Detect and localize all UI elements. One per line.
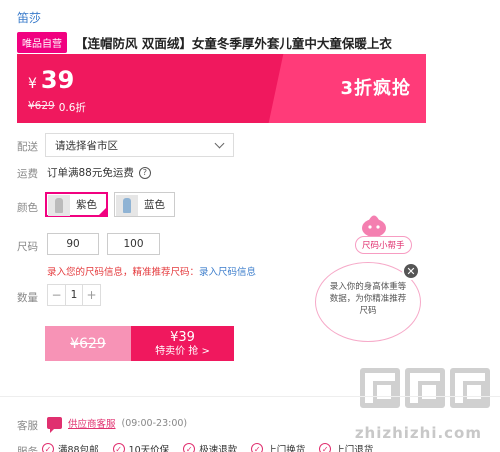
watermark-text: zhizhizhi.com <box>354 424 482 442</box>
customer-service: 供应商客服 (09:00-23:00) <box>47 416 188 433</box>
guarantee-item: ✓ 上门退货 <box>319 442 373 452</box>
supplier-service-link[interactable]: 供应商客服 <box>68 416 116 430</box>
check-circle-icon: ✓ <box>42 443 54 452</box>
currency-symbol: ¥ <box>28 76 37 92</box>
watermark-glyph <box>450 368 490 408</box>
size-helper-title: 尺码小帮手 <box>355 236 412 254</box>
color-label: 颜色 <box>17 202 38 214</box>
promo-label: 3折疯抢 <box>340 78 411 99</box>
color-option-blue[interactable]: 蓝色 <box>114 192 175 217</box>
price-sub: ¥629 0.6折 <box>28 100 86 115</box>
color-option-purple[interactable]: 紫色 ✓ <box>45 192 108 217</box>
guarantee-label: 服务 <box>17 446 38 452</box>
product-title-row: 唯品自营 【连帽防风 双面绒】女童冬季厚外套儿童中大童保暖上衣 <box>17 32 392 53</box>
guarantee-item: ✓ 极速退款 <box>183 442 237 452</box>
shipping-info: 订单满88元免运费 ? <box>47 165 151 180</box>
delivery-label: 配送 <box>17 141 38 153</box>
guarantee-text: 上门换货 <box>267 445 306 452</box>
mascot-icon <box>362 215 386 237</box>
size-entry-link[interactable]: 录入尺码信息 <box>199 267 256 278</box>
watermark-glyph <box>405 368 445 408</box>
chevron-down-icon <box>214 138 225 149</box>
size-label: 尺码 <box>17 241 38 253</box>
shipping-text: 订单满88元免运费 <box>47 167 134 179</box>
chat-icon <box>47 417 62 433</box>
color-option-label: 蓝色 <box>144 199 165 211</box>
region-select-text: 请选择省市区 <box>55 139 118 152</box>
discount-rate: 0.6折 <box>58 102 86 114</box>
watermark-logo <box>360 368 490 408</box>
check-circle-icon: ✓ <box>319 443 332 452</box>
price-value: 39 <box>40 66 75 94</box>
guarantee-item: ✓ 10天价保 <box>112 442 170 452</box>
size-option-90[interactable]: 90 <box>47 233 99 255</box>
service-label: 客服 <box>17 420 38 432</box>
guarantee-text: 上门退货 <box>335 445 374 452</box>
section-divider <box>0 396 500 397</box>
check-circle-icon: ✓ <box>251 443 264 452</box>
close-icon[interactable]: ✕ <box>402 262 420 280</box>
buy-label: 特卖价 抢 > <box>155 345 210 357</box>
increment-button[interactable]: + <box>83 285 100 305</box>
size-option-100[interactable]: 100 <box>107 233 160 255</box>
decrement-button[interactable]: − <box>48 285 65 305</box>
region-select[interactable]: 请选择省市区 <box>45 133 234 157</box>
quantity-stepper: − 1 + <box>47 284 101 306</box>
guarantee-text: 10天价保 <box>128 445 170 452</box>
self-operated-badge: 唯品自营 <box>17 32 67 53</box>
check-icon: ✓ <box>100 206 106 214</box>
help-icon[interactable]: ? <box>138 166 151 179</box>
guarantee-item: ✓ 满88包邮 <box>42 442 99 452</box>
size-tip-text: 录入您的尺码信息，精准推荐尺码： <box>47 267 200 278</box>
guarantee-text: 极速退款 <box>199 445 238 452</box>
quantity-input[interactable]: 1 <box>65 285 83 305</box>
original-price-button[interactable]: ¥629 <box>45 326 131 361</box>
buy-price: ¥39 <box>170 329 195 345</box>
quantity-label: 数量 <box>17 292 38 304</box>
buy-now-button[interactable]: ¥39 特卖价 抢 > <box>131 326 234 361</box>
color-option-label: 紫色 <box>76 199 97 211</box>
product-title: 【连帽防风 双面绒】女童冬季厚外套儿童中大童保暖上衣 <box>75 36 392 51</box>
current-price: ¥ 39 <box>28 66 74 94</box>
guarantee-text: 满88包邮 <box>58 445 99 452</box>
color-thumbnail <box>48 194 70 216</box>
size-helper-message: 录入你的身高体重等数据，为你精准推荐尺码 <box>329 282 407 316</box>
check-circle-icon: ✓ <box>112 443 125 452</box>
color-thumbnail <box>116 194 138 216</box>
check-circle-icon: ✓ <box>183 443 196 452</box>
original-price: ¥629 <box>28 100 55 112</box>
brand-link[interactable]: 笛莎 <box>17 9 41 26</box>
shipping-label: 运费 <box>17 168 38 180</box>
size-tip: 录入您的尺码信息，精准推荐尺码：录入尺码信息 <box>47 264 256 278</box>
guarantee-list: ✓ 满88包邮 ✓ 10天价保 ✓ 极速退款 ✓ 上门换货 ✓ 上门退货 <box>42 442 373 452</box>
watermark-glyph <box>360 368 400 408</box>
service-hours: (09:00-23:00) <box>121 417 188 429</box>
guarantee-item: ✓ 上门换货 <box>251 442 305 452</box>
price-banner: ¥ 39 ¥629 0.6折 3折疯抢 <box>17 54 426 123</box>
